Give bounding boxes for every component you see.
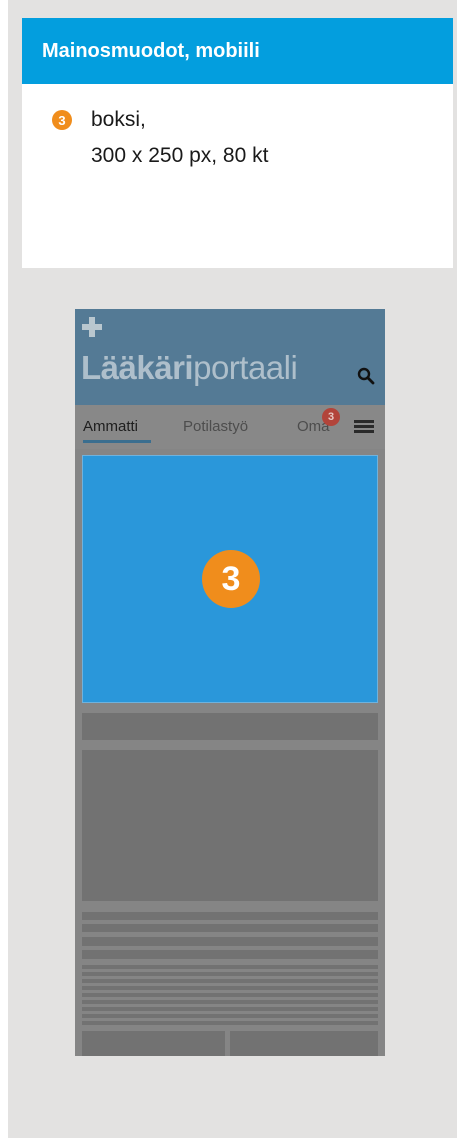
ad-spec-text: boksi, 300 x 250 px, 80 kt	[91, 102, 268, 174]
content-line	[82, 993, 378, 997]
content-line	[82, 1007, 378, 1011]
ad-number-badge: 3	[52, 110, 72, 130]
ad-slot-number-badge: 3	[202, 550, 260, 608]
ad-slot-box: 3	[82, 455, 378, 703]
content-block	[82, 750, 378, 901]
site-header: Lääkäriportaali	[75, 309, 385, 405]
content-tile	[82, 1031, 225, 1056]
content-line	[82, 979, 378, 983]
ad-spec-name: boksi,	[91, 108, 146, 131]
content-line	[82, 986, 378, 990]
content-line	[82, 1014, 378, 1018]
logo-bold-text: Lääkäri	[81, 349, 194, 386]
tab-potilastyo[interactable]: Potilastyö	[183, 418, 248, 435]
content-line	[82, 950, 378, 959]
content-line	[82, 965, 378, 969]
ad-spec-size: 300 x 250 px, 80 kt	[91, 144, 269, 167]
content-bar	[82, 713, 378, 740]
content-tile	[230, 1031, 378, 1056]
content-line	[82, 924, 378, 932]
notification-badge: 3	[322, 408, 340, 426]
menu-icon[interactable]	[354, 420, 374, 434]
card-title: Mainosmuodot, mobiili	[22, 18, 453, 84]
content-line	[82, 912, 378, 920]
site-logo[interactable]: Lääkäriportaali	[81, 349, 298, 387]
content-line	[82, 1021, 378, 1025]
mobile-mockup: Lääkäriportaali Ammatti Potilastyö Oma 3…	[75, 309, 385, 1056]
ad-spec-item: 3 boksi, 300 x 250 px, 80 kt	[52, 108, 268, 174]
content-line	[82, 1000, 378, 1004]
logo-light-text: portaali	[193, 349, 298, 386]
search-icon[interactable]	[357, 367, 375, 385]
nav-tabs: Ammatti Potilastyö Oma 3	[75, 405, 385, 449]
ad-format-card: Mainosmuodot, mobiili 3 boksi, 300 x 250…	[22, 18, 453, 268]
tab-ammatti[interactable]: Ammatti	[83, 418, 138, 435]
content-line	[82, 972, 378, 976]
active-tab-indicator	[83, 440, 151, 443]
content-line	[82, 937, 378, 946]
cross-logo-icon	[82, 317, 102, 337]
